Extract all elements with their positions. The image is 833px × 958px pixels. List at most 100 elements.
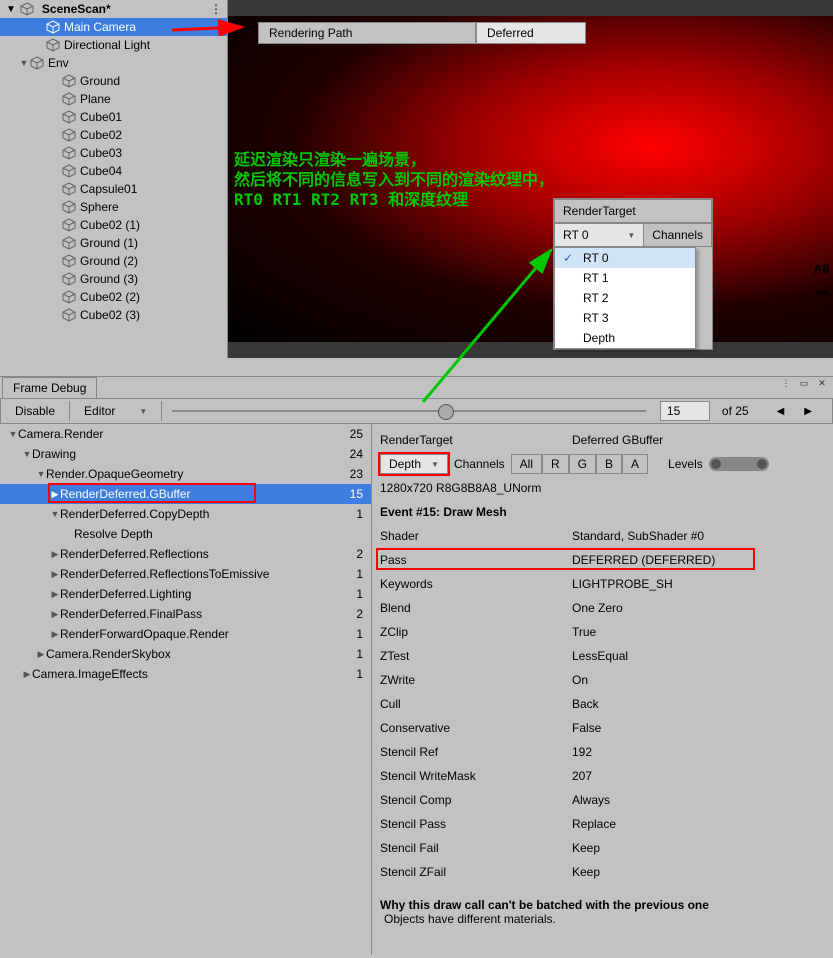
prev-frame-button[interactable]: ◀	[777, 406, 785, 417]
frame-tree-label: Camera.RenderSkybox	[46, 647, 333, 661]
gameobject-icon	[62, 218, 76, 232]
channel-button[interactable]: R	[542, 454, 569, 474]
hierarchy-item[interactable]: Ground (2)	[0, 252, 227, 270]
hierarchy-item[interactable]: Ground (3)	[0, 270, 227, 288]
frame-tree-label: Camera.ImageEffects	[32, 667, 333, 681]
foldout-icon: ▶	[22, 669, 32, 680]
hierarchy-item[interactable]: Cube01	[0, 108, 227, 126]
detail-key: Stencil Fail	[380, 841, 572, 855]
gameobject-icon	[62, 254, 76, 268]
hierarchy-item[interactable]: Directional Light	[0, 36, 227, 54]
hierarchy-item-label: Cube03	[80, 146, 122, 160]
detail-value: Standard, SubShader #0	[572, 529, 825, 543]
hierarchy-item[interactable]: Sphere	[0, 198, 227, 216]
frame-tree-row[interactable]: ▶RenderDeferred.FinalPass2	[0, 604, 371, 624]
frame-tree-row[interactable]: ▶RenderDeferred.ReflectionsToEmissive1	[0, 564, 371, 584]
channel-button[interactable]: B	[596, 454, 622, 474]
detail-value: On	[572, 673, 825, 687]
frame-tree-row[interactable]: ▶RenderDeferred.Lighting1	[0, 584, 371, 604]
hierarchy-item[interactable]: Capsule01	[0, 180, 227, 198]
frame-slider[interactable]	[162, 410, 656, 412]
foldout-icon: ▼	[22, 449, 32, 459]
levels-label: Levels	[668, 457, 703, 471]
gameobject-icon	[62, 164, 76, 178]
scene-icon	[20, 2, 34, 16]
tab-menu-icon[interactable]: ⋮	[210, 2, 221, 16]
hierarchy-item[interactable]: Cube02	[0, 126, 227, 144]
detail-value: One Zero	[572, 601, 825, 615]
hierarchy-item[interactable]: Ground (1)	[0, 234, 227, 252]
frame-tree-row[interactable]: ▼Render.OpaqueGeometry23	[0, 464, 371, 484]
red-arrow-icon	[172, 18, 252, 36]
frame-debug-tab[interactable]: Frame Debug	[2, 377, 97, 398]
frame-tree-count: 24	[333, 447, 363, 461]
frame-tree-row[interactable]: ▼Drawing24	[0, 444, 371, 464]
hierarchy-tab[interactable]: ▼ SceneScan* ⋮	[0, 0, 227, 18]
frame-debug-tree: ▼Camera.Render25▼Drawing24▼Render.Opaque…	[0, 424, 372, 955]
panel-window-controls: ⋮ ▭ ✕	[779, 377, 829, 389]
editor-dropdown[interactable]: Editor ▼	[70, 401, 162, 421]
detail-key: Stencil WriteMask	[380, 769, 572, 783]
hierarchy-item[interactable]: ▼Env	[0, 54, 227, 72]
hierarchy-item[interactable]: Plane	[0, 90, 227, 108]
panel-menu-icon[interactable]: ⋮	[779, 377, 793, 389]
frame-tree-row[interactable]: ▶RenderDeferred.GBuffer15	[0, 484, 371, 504]
frame-tree-row[interactable]: ▶RenderDeferred.Reflections2	[0, 544, 371, 564]
detail-key: ZWrite	[380, 673, 572, 687]
frame-tree-row[interactable]: Resolve Depth	[0, 524, 371, 544]
hierarchy-item-label: Cube02	[80, 128, 122, 142]
channel-button[interactable]: All	[511, 454, 542, 474]
channel-button[interactable]: A	[622, 454, 648, 474]
rt-dropdown-item[interactable]: RT 3	[555, 308, 695, 328]
green-arrow-icon	[413, 240, 573, 410]
hierarchy-item[interactable]: Cube02 (1)	[0, 216, 227, 234]
detail-key: Stencil Ref	[380, 745, 572, 759]
frame-tree-count: 1	[333, 627, 363, 641]
frame-number-input[interactable]: 15	[660, 401, 710, 421]
hierarchy-item[interactable]: Cube04	[0, 162, 227, 180]
frame-tree-count: 1	[333, 567, 363, 581]
rt-dropdown-item[interactable]: RT 1	[555, 268, 695, 288]
rt-select-dropdown[interactable]: RT 0 ▼	[554, 223, 644, 247]
frame-tree-row[interactable]: ▼Camera.Render25	[0, 424, 371, 444]
frame-tree-row[interactable]: ▼RenderDeferred.CopyDepth1	[0, 504, 371, 524]
hierarchy-item[interactable]: Cube03	[0, 144, 227, 162]
channel-button[interactable]: G	[569, 454, 596, 474]
rt-dropdown-item[interactable]: Depth	[555, 328, 695, 348]
next-frame-button[interactable]: ▶	[804, 406, 812, 417]
disable-button[interactable]: Disable	[1, 401, 70, 421]
panel-maximize-icon[interactable]: ▭	[797, 377, 811, 389]
foldout-icon: ▶	[50, 609, 60, 620]
chevron-down-icon: ▼	[431, 460, 439, 469]
panel-close-icon[interactable]: ✕	[815, 377, 829, 389]
hierarchy-item[interactable]: Ground	[0, 72, 227, 90]
gameobject-icon	[62, 110, 76, 124]
rt-dropdown-item[interactable]: RT 2	[555, 288, 695, 308]
gameobject-icon	[62, 128, 76, 142]
detail-key: Cull	[380, 697, 572, 711]
detail-value: Keep	[572, 865, 825, 879]
hierarchy-item-label: Ground	[80, 74, 120, 88]
foldout-icon: ▼	[18, 58, 30, 68]
depth-dropdown[interactable]: Depth ▼	[380, 454, 448, 474]
frame-tree-label: RenderDeferred.Lighting	[60, 587, 333, 601]
frame-tree-row[interactable]: ▶RenderForwardOpaque.Render1	[0, 624, 371, 644]
gameobject-icon	[30, 56, 44, 70]
detail-value: False	[572, 721, 825, 735]
gameobject-icon	[62, 308, 76, 322]
rendertarget-label: RenderTarget	[380, 433, 572, 447]
frame-tree-count: 1	[333, 667, 363, 681]
frame-tree-row[interactable]: ▶Camera.ImageEffects1	[0, 664, 371, 684]
frame-tree-count: 1	[333, 587, 363, 601]
frame-tree-count: 23	[333, 467, 363, 481]
levels-slider[interactable]	[709, 457, 769, 471]
rt-dropdown-item[interactable]: RT 0	[555, 248, 695, 268]
detail-key: ZClip	[380, 625, 572, 639]
detail-key: Stencil ZFail	[380, 865, 572, 879]
hierarchy-item[interactable]: Cube02 (3)	[0, 306, 227, 324]
rendering-path-property: Rendering Path Deferred	[258, 22, 586, 44]
frame-tree-row[interactable]: ▶Camera.RenderSkybox1	[0, 644, 371, 664]
rendering-path-label: Rendering Path	[258, 22, 476, 44]
rendering-path-value[interactable]: Deferred	[476, 22, 586, 44]
hierarchy-item[interactable]: Cube02 (2)	[0, 288, 227, 306]
